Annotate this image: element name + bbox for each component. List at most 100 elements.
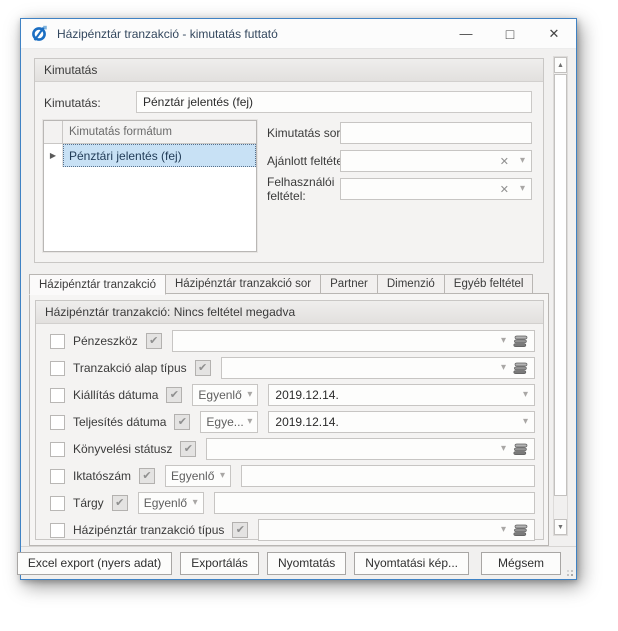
- filter-row-iktatoszam: Iktatószám ✔ Egyenlő ▾: [50, 465, 535, 487]
- operator-combo[interactable]: Egyenlő ▾: [138, 492, 204, 514]
- tabstrip: Házipénztár tranzakció Házipénztár tranz…: [29, 273, 533, 294]
- chevron-down-icon[interactable]: ▾: [247, 417, 252, 427]
- chevron-down-icon[interactable]: ▾: [520, 156, 525, 166]
- user-filter-combo[interactable]: ✕ ▾: [340, 178, 532, 200]
- iktatoszam-input[interactable]: [241, 465, 535, 487]
- clear-icon[interactable]: ✕: [500, 155, 509, 168]
- filter-rows: Pénzeszköz ✔ ▾: [36, 324, 543, 541]
- operator-value: Egyenlő: [198, 388, 247, 402]
- window-title: Házipénztár tranzakció - kimutatás futta…: [57, 27, 444, 41]
- filter-enable-checkbox[interactable]: [50, 415, 65, 430]
- locked-checked-checkbox[interactable]: ✔: [166, 387, 182, 403]
- report-groupbox: Kimutatás Kimutatás: Pénztár jelentés (f…: [34, 58, 544, 263]
- chevron-down-icon[interactable]: ▾: [501, 336, 506, 346]
- export-button[interactable]: Exportálás: [180, 552, 259, 575]
- app-logo-icon: [31, 25, 48, 42]
- chevron-down-icon[interactable]: ▾: [523, 417, 528, 427]
- operator-value: Egyenlő: [144, 496, 193, 510]
- layers-icon[interactable]: [513, 524, 529, 537]
- tab-partner[interactable]: Partner: [321, 274, 378, 294]
- layers-icon[interactable]: [513, 362, 529, 375]
- filter-enable-checkbox[interactable]: [50, 442, 65, 457]
- filter-enable-checkbox[interactable]: [50, 496, 65, 511]
- operator-combo[interactable]: Egyenlő ▾: [192, 384, 258, 406]
- report-value-field[interactable]: Pénztár jelentés (fej): [136, 91, 532, 113]
- filter-enable-checkbox[interactable]: [50, 469, 65, 484]
- tab-egyeb-feltetel[interactable]: Egyéb feltétel: [445, 274, 534, 294]
- clear-icon[interactable]: ✕: [500, 183, 509, 196]
- operator-combo[interactable]: Egyenlő ▾: [165, 465, 231, 487]
- excel-export-button[interactable]: Excel export (nyers adat): [17, 552, 172, 575]
- chevron-down-icon[interactable]: ▾: [501, 363, 506, 373]
- grid-column-header[interactable]: Kimutatás formátum: [63, 121, 256, 143]
- tab-page: Házipénztár tranzakció: Nincs feltétel m…: [29, 293, 549, 546]
- locked-checked-checkbox[interactable]: ✔: [139, 468, 155, 484]
- chevron-down-icon[interactable]: ▾: [247, 390, 252, 400]
- filter-label: Teljesítés dátuma: [73, 415, 166, 429]
- scrollbar-thumb[interactable]: [554, 74, 567, 496]
- locked-checked-checkbox[interactable]: ✔: [146, 333, 162, 349]
- report-format-grid[interactable]: Kimutatás formátum ▶ Pénztári jelentés (…: [43, 120, 257, 252]
- report-group-header: Kimutatás: [35, 59, 543, 82]
- check-icon: ✔: [149, 336, 158, 347]
- filter-enable-checkbox[interactable]: [50, 334, 65, 349]
- chevron-down-icon[interactable]: ▾: [501, 525, 506, 535]
- resize-grip[interactable]: [571, 574, 573, 576]
- locked-checked-checkbox[interactable]: ✔: [232, 522, 248, 538]
- maximize-button[interactable]: □: [488, 19, 532, 48]
- desktop-canvas: Házipénztár tranzakció - kimutatás futta…: [0, 0, 618, 631]
- lookup-combo[interactable]: ▾: [258, 519, 535, 541]
- cancel-button[interactable]: Mégsem: [481, 552, 561, 575]
- check-icon: ✔: [142, 471, 151, 482]
- filter-label: Iktatószám: [73, 469, 131, 483]
- tab-dimenzio[interactable]: Dimenzió: [378, 274, 445, 294]
- print-button[interactable]: Nyomtatás: [267, 552, 346, 575]
- filter-label: Házipénztár tranzakció típus: [73, 523, 224, 537]
- row-indicator-icon: ▶: [44, 144, 63, 167]
- lookup-combo[interactable]: ▾: [172, 330, 535, 352]
- close-button[interactable]: ✕: [532, 19, 576, 48]
- lookup-combo[interactable]: ▾: [206, 438, 535, 460]
- scroll-up-button[interactable]: ▲: [554, 57, 567, 73]
- tab-hazipenztar-tranzakcio-sor[interactable]: Házipénztár tranzakció sor: [166, 274, 321, 294]
- layers-icon[interactable]: [513, 443, 529, 456]
- tab-hazipenztar-tranzakcio[interactable]: Házipénztár tranzakció: [29, 274, 166, 295]
- footer-bar: Excel export (nyers adat) Exportálás Nyo…: [21, 546, 576, 579]
- filter-enable-checkbox[interactable]: [50, 388, 65, 403]
- print-preview-button[interactable]: Nyomtatási kép...: [354, 552, 469, 575]
- date-field[interactable]: 2019.12.14. ▾: [268, 384, 535, 406]
- filter-enable-checkbox[interactable]: [50, 523, 65, 538]
- locked-checked-checkbox[interactable]: ✔: [180, 441, 196, 457]
- sort-input[interactable]: [340, 122, 532, 144]
- scroll-down-button[interactable]: ▼: [554, 519, 567, 535]
- window-controls: — □ ✕: [444, 19, 576, 48]
- layers-icon[interactable]: [513, 335, 529, 348]
- suggested-filter-combo[interactable]: ✕ ▾: [340, 150, 532, 172]
- targy-input[interactable]: [214, 492, 535, 514]
- date-field[interactable]: 2019.12.14. ▾: [268, 411, 535, 433]
- filter-label: Könyvelési státusz: [73, 442, 172, 456]
- lookup-combo[interactable]: ▾: [221, 357, 535, 379]
- operator-combo[interactable]: Egye... ▾: [200, 411, 258, 433]
- filter-row-konyvelesi-statusz: Könyvelési státusz ✔ ▾: [50, 438, 535, 460]
- table-row[interactable]: ▶ Pénztári jelentés (fej): [44, 144, 256, 167]
- minimize-button[interactable]: —: [444, 19, 488, 48]
- titlebar[interactable]: Házipénztár tranzakció - kimutatás futta…: [21, 19, 576, 49]
- dialog-window: Házipénztár tranzakció - kimutatás futta…: [20, 18, 577, 580]
- grid-selected-cell[interactable]: Pénztári jelentés (fej): [63, 144, 256, 167]
- chevron-down-icon[interactable]: ▾: [523, 390, 528, 400]
- filter-label: Tárgy: [73, 496, 104, 510]
- chevron-down-icon[interactable]: ▾: [520, 184, 525, 194]
- filter-row-kiallitas-datuma: Kiállítás dátuma ✔ Egyenlő ▾ 2019.12.14.…: [50, 384, 535, 406]
- filter-group-header: Házipénztár tranzakció: Nincs feltétel m…: [36, 301, 543, 324]
- filter-enable-checkbox[interactable]: [50, 361, 65, 376]
- locked-checked-checkbox[interactable]: ✔: [174, 414, 190, 430]
- vertical-scrollbar[interactable]: ▲ ▼: [553, 56, 568, 536]
- check-icon: ✔: [236, 525, 245, 536]
- locked-checked-checkbox[interactable]: ✔: [112, 495, 128, 511]
- chevron-down-icon[interactable]: ▾: [193, 498, 198, 508]
- chevron-down-icon[interactable]: ▾: [501, 444, 506, 454]
- locked-checked-checkbox[interactable]: ✔: [195, 360, 211, 376]
- check-icon: ✔: [170, 390, 179, 401]
- chevron-down-icon[interactable]: ▾: [220, 471, 225, 481]
